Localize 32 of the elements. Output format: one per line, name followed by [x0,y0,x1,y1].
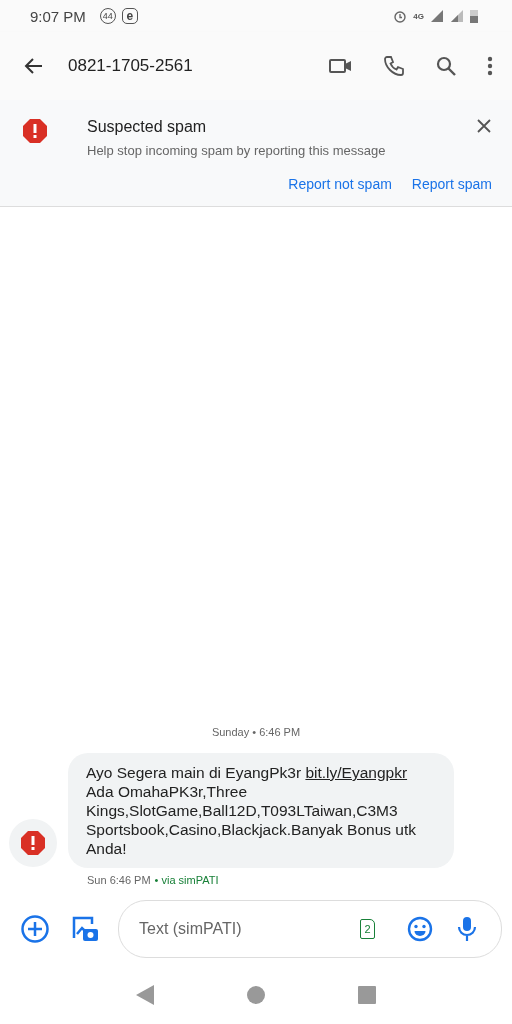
home-nav-icon[interactable] [247,986,265,1004]
notification-badge: e [121,8,138,24]
phone-icon[interactable] [382,54,406,78]
message-time: Sun 6:46 PM [87,874,151,886]
contact-number: 0821-1705-2561 [68,56,194,76]
back-nav-icon[interactable] [136,985,155,1005]
emoji-icon[interactable] [407,916,433,942]
microphone-icon[interactable] [457,916,477,942]
more-icon[interactable] [486,54,494,78]
sim-label: • via simPATI [154,874,219,886]
warning-icon [22,118,48,144]
banner-message: Help stop incoming spam by reporting this message [87,143,387,158]
add-icon[interactable] [20,914,50,944]
battery-icon [470,9,478,23]
report-button[interactable]: Report spam [411,176,492,192]
sim-card-icon: 2 [360,919,375,939]
recents-nav-icon[interactable] [357,986,376,1004]
message-input[interactable]: Text (simPATI) [137,919,360,939]
report-button[interactable]: Report not spam [288,176,392,192]
message-text: Ayo Segera main di EyangPk3r bit.ly/Eyangpkr Ada OmahaPK3r,Three Kings,SlotGame,Ball12D,T093LTaiwan,C3M3 Sportsbook,Casino,Blackjack.Banyak Bonus utk Anda! [86,763,417,858]
message-link[interactable]: bit.ly/Eyangpkr [305,764,408,781]
sender-avatar [9,819,57,867]
signal-icon [450,9,464,23]
signal-icon [430,9,444,23]
gallery-camera-icon[interactable] [70,914,100,944]
alarm-icon [393,9,408,23]
banner-title: Suspected spam [87,118,208,136]
network-type: 4G [413,11,424,21]
status-time: 9:07 PM [30,7,86,25]
date-header: Sunday • 6:46 PM [211,726,301,738]
close-icon[interactable] [476,118,492,134]
search-icon[interactable] [434,54,458,78]
